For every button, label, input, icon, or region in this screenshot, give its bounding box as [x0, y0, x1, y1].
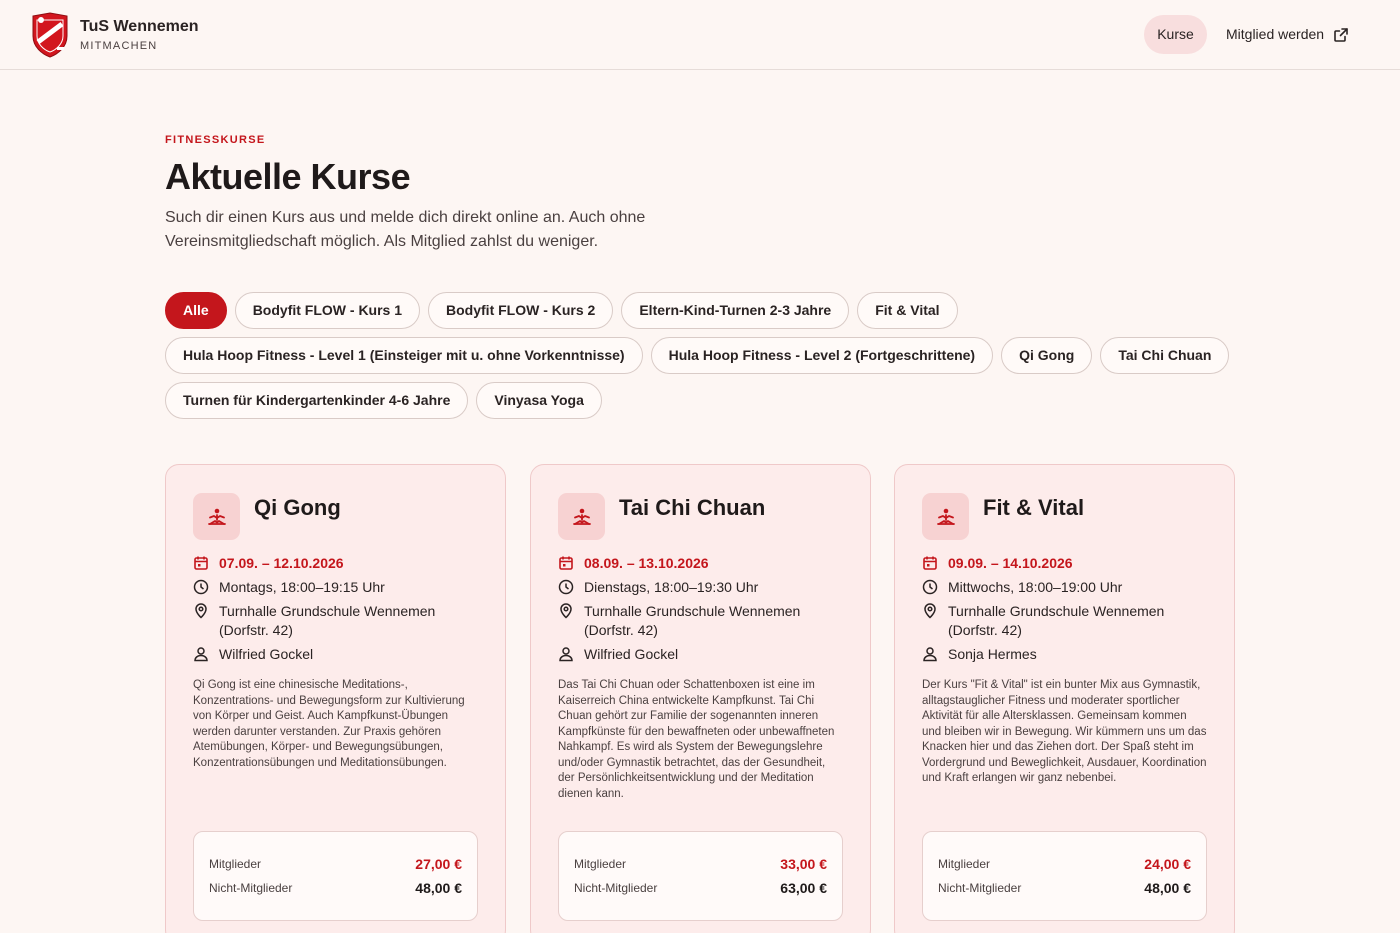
- meditation-icon: [936, 508, 955, 525]
- calendar-icon: [923, 556, 937, 570]
- filter-chip[interactable]: Bodyfit FLOW - Kurs 2: [428, 292, 614, 329]
- meditation-icon: [207, 508, 226, 525]
- nonmember-price-row: Nicht-Mitglieder 48,00 €: [938, 880, 1191, 896]
- course-title[interactable]: Qi Gong: [254, 495, 341, 521]
- course-time: Dienstags, 18:00–19:30 Uhr: [584, 579, 759, 595]
- member-price: 27,00 €: [415, 856, 462, 872]
- nonmember-price-row: Nicht-Mitglieder 63,00 €: [574, 880, 827, 896]
- nonmember-price-label: Nicht-Mitglieder: [574, 881, 658, 895]
- member-price: 24,00 €: [1144, 856, 1191, 872]
- course-time: Montags, 18:00–19:15 Uhr: [219, 579, 385, 595]
- filter-chip[interactable]: Vinyasa Yoga: [476, 382, 602, 419]
- nonmember-price-label: Nicht-Mitglieder: [209, 881, 293, 895]
- brand-name[interactable]: TuS Wennemen: [80, 18, 199, 36]
- filter-chip[interactable]: Tai Chi Chuan: [1100, 337, 1230, 374]
- course-location-row: Turnhalle Grundschule Wennemen (Dorfstr.…: [193, 602, 483, 640]
- course-title[interactable]: Tai Chi Chuan: [619, 495, 765, 521]
- nonmember-price-row: Nicht-Mitglieder 48,00 €: [209, 880, 462, 896]
- filter-chip[interactable]: Alle: [165, 292, 227, 329]
- price-box: Mitglieder 27,00 € Nicht-Mitglieder 48,0…: [193, 831, 478, 921]
- clock-icon: [558, 579, 574, 595]
- course-meta: 08.09. – 13.10.2026 Dienstags, 18:00–19:…: [558, 554, 848, 669]
- member-price-label: Mitglieder: [209, 857, 262, 871]
- external-link-icon: [1334, 27, 1348, 42]
- nav-member-label: Mitglied werden: [1226, 26, 1325, 42]
- course-location-row: Turnhalle Grundschule Wennemen (Dorfstr.…: [558, 602, 848, 640]
- site-header: TuS Wennemen MITMACHEN Kurse Mitglied we…: [0, 0, 1400, 70]
- price-box: Mitglieder 33,00 € Nicht-Mitglieder 63,0…: [558, 831, 843, 921]
- clock-icon: [922, 579, 938, 595]
- course-trainer: Sonja Hermes: [948, 646, 1037, 662]
- filter-chip[interactable]: Eltern-Kind-Turnen 2-3 Jahre: [621, 292, 850, 329]
- filter-chip[interactable]: Turnen für Kindergartenkinder 4-6 Jahre: [165, 382, 469, 419]
- course-card[interactable]: Fit & Vital 09.09. – 14.10.2026 Mittwoch…: [894, 464, 1235, 933]
- member-price-row: Mitglieder 27,00 €: [209, 856, 462, 872]
- course-dates: 09.09. – 14.10.2026: [948, 555, 1073, 571]
- map-pin-icon: [560, 603, 572, 619]
- map-pin-icon: [924, 603, 936, 619]
- course-time-row: Dienstags, 18:00–19:30 Uhr: [558, 578, 848, 597]
- member-price-row: Mitglieder 24,00 €: [938, 856, 1191, 872]
- course-location: Turnhalle Grundschule Wennemen (Dorfstr.…: [584, 603, 801, 638]
- user-icon: [923, 647, 937, 662]
- page-title: Aktuelle Kurse: [165, 156, 411, 197]
- course-filter-bar: Alle Bodyfit FLOW - Kurs 1 Bodyfit FLOW - …: [165, 292, 1235, 419]
- member-price: 33,00 €: [780, 856, 827, 872]
- filter-chip[interactable]: Hula Hoop Fitness - Level 2 (Fortgeschri…: [650, 337, 994, 374]
- course-trainer-row: Sonja Hermes: [922, 645, 1212, 664]
- section-eyebrow: FITNESSKURSE: [165, 134, 266, 146]
- course-dates-row: 08.09. – 13.10.2026: [558, 554, 848, 573]
- page-intro: Such dir einen Kurs aus und melde dich d…: [165, 209, 646, 250]
- course-time: Mittwochs, 18:00–19:00 Uhr: [948, 579, 1123, 595]
- course-trainer: Wilfried Gockel: [219, 646, 314, 662]
- course-meta: 07.09. – 12.10.2026 Montags, 18:00–19:15…: [193, 554, 483, 669]
- course-trainer: Wilfried Gockel: [584, 646, 679, 662]
- course-dates-row: 09.09. – 14.10.2026: [922, 554, 1212, 573]
- course-card[interactable]: Qi Gong 07.09. – 12.10.2026 Montags, 18:…: [165, 464, 506, 933]
- meditation-icon: [572, 508, 591, 525]
- course-trainer-row: Wilfried Gockel: [193, 645, 483, 664]
- filter-chip[interactable]: Bodyfit FLOW - Kurs 1: [234, 292, 421, 329]
- course-icon-badge: [558, 493, 605, 540]
- filter-chip[interactable]: Qi Gong: [1001, 337, 1093, 374]
- course-icon-badge: [922, 493, 969, 540]
- course-location: Turnhalle Grundschule Wennemen (Dorfstr.…: [948, 603, 1165, 638]
- course-card[interactable]: Tai Chi Chuan 08.09. – 13.10.2026 Dienst…: [530, 464, 871, 933]
- course-location-row: Turnhalle Grundschule Wennemen (Dorfstr.…: [922, 602, 1212, 640]
- member-price-row: Mitglieder 33,00 €: [574, 856, 827, 872]
- filter-chip[interactable]: Hula Hoop Fitness - Level 1 (Einsteiger …: [165, 337, 643, 374]
- course-dates-row: 07.09. – 12.10.2026: [193, 554, 483, 573]
- map-pin-icon: [195, 603, 207, 619]
- nonmember-price-label: Nicht-Mitglieder: [938, 881, 1022, 895]
- course-description: Der Kurs "Fit & Vital" ist ein bunter Mi…: [922, 679, 1207, 784]
- clock-icon: [193, 579, 209, 595]
- course-time-row: Montags, 18:00–19:15 Uhr: [193, 578, 483, 597]
- brand-tagline: MITMACHEN: [80, 40, 158, 52]
- user-icon: [559, 647, 573, 662]
- filter-chip[interactable]: Fit & Vital: [857, 292, 958, 329]
- course-dates: 07.09. – 12.10.2026: [219, 555, 344, 571]
- calendar-icon: [559, 556, 573, 570]
- course-title[interactable]: Fit & Vital: [983, 495, 1084, 521]
- member-price-label: Mitglieder: [938, 857, 991, 871]
- course-description: Qi Gong ist eine chinesische Meditations…: [193, 679, 465, 769]
- course-meta: 09.09. – 14.10.2026 Mittwochs, 18:00–19:…: [922, 554, 1212, 669]
- course-time-row: Mittwochs, 18:00–19:00 Uhr: [922, 578, 1212, 597]
- nav-kurse-link[interactable]: Kurse: [1144, 15, 1207, 54]
- nonmember-price: 63,00 €: [780, 880, 827, 896]
- user-icon: [194, 647, 208, 662]
- calendar-icon: [194, 556, 208, 570]
- nav-member-link[interactable]: Mitglied werden: [1226, 15, 1349, 54]
- course-location: Turnhalle Grundschule Wennemen (Dorfstr.…: [219, 603, 436, 638]
- course-icon-badge: [193, 493, 240, 540]
- member-price-label: Mitglieder: [574, 857, 627, 871]
- nonmember-price: 48,00 €: [1144, 880, 1191, 896]
- price-box: Mitglieder 24,00 € Nicht-Mitglieder 48,0…: [922, 831, 1207, 921]
- course-dates: 08.09. – 13.10.2026: [584, 555, 709, 571]
- nonmember-price: 48,00 €: [415, 880, 462, 896]
- course-description: Das Tai Chi Chuan oder Schattenboxen ist…: [558, 679, 835, 800]
- course-trainer-row: Wilfried Gockel: [558, 645, 848, 664]
- club-crest-icon[interactable]: [30, 12, 70, 58]
